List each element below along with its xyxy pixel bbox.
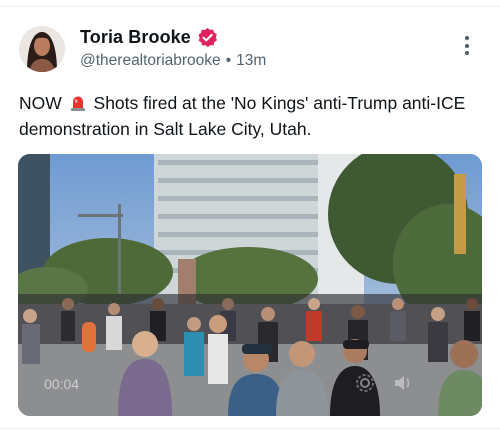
menu-dot-icon	[465, 43, 469, 48]
menu-dot-icon	[465, 36, 469, 40]
video-timestamp: 00:04	[44, 376, 80, 392]
volume-icon[interactable]	[392, 372, 414, 394]
siren-icon	[70, 96, 85, 111]
post-time[interactable]: 13m	[236, 52, 266, 70]
avatar[interactable]	[19, 26, 65, 72]
top-divider	[0, 6, 500, 7]
menu-dot-icon	[465, 51, 469, 55]
post-text-body: Shots fired at the 'No Kings' anti-Trump…	[19, 93, 466, 139]
meta-separator: •	[225, 52, 232, 69]
post-text-prefix: NOW	[19, 93, 62, 113]
verified-badge-icon	[198, 27, 217, 48]
author-handle[interactable]: @therealtoriabrooke	[80, 52, 221, 70]
author-meta-row: @therealtoriabrooke • 13m	[80, 52, 266, 70]
bottom-divider	[0, 428, 500, 429]
author-name-row: Toria Brooke	[80, 27, 218, 48]
video-player[interactable]: 00:04	[18, 154, 482, 416]
more-options-button[interactable]	[455, 36, 479, 64]
post-text: NOW Shots fired at the 'No Kings' anti-T…	[19, 90, 484, 142]
gear-icon[interactable]	[354, 372, 376, 394]
avatar-image	[19, 26, 65, 72]
author-display-name[interactable]: Toria Brooke	[80, 27, 191, 48]
